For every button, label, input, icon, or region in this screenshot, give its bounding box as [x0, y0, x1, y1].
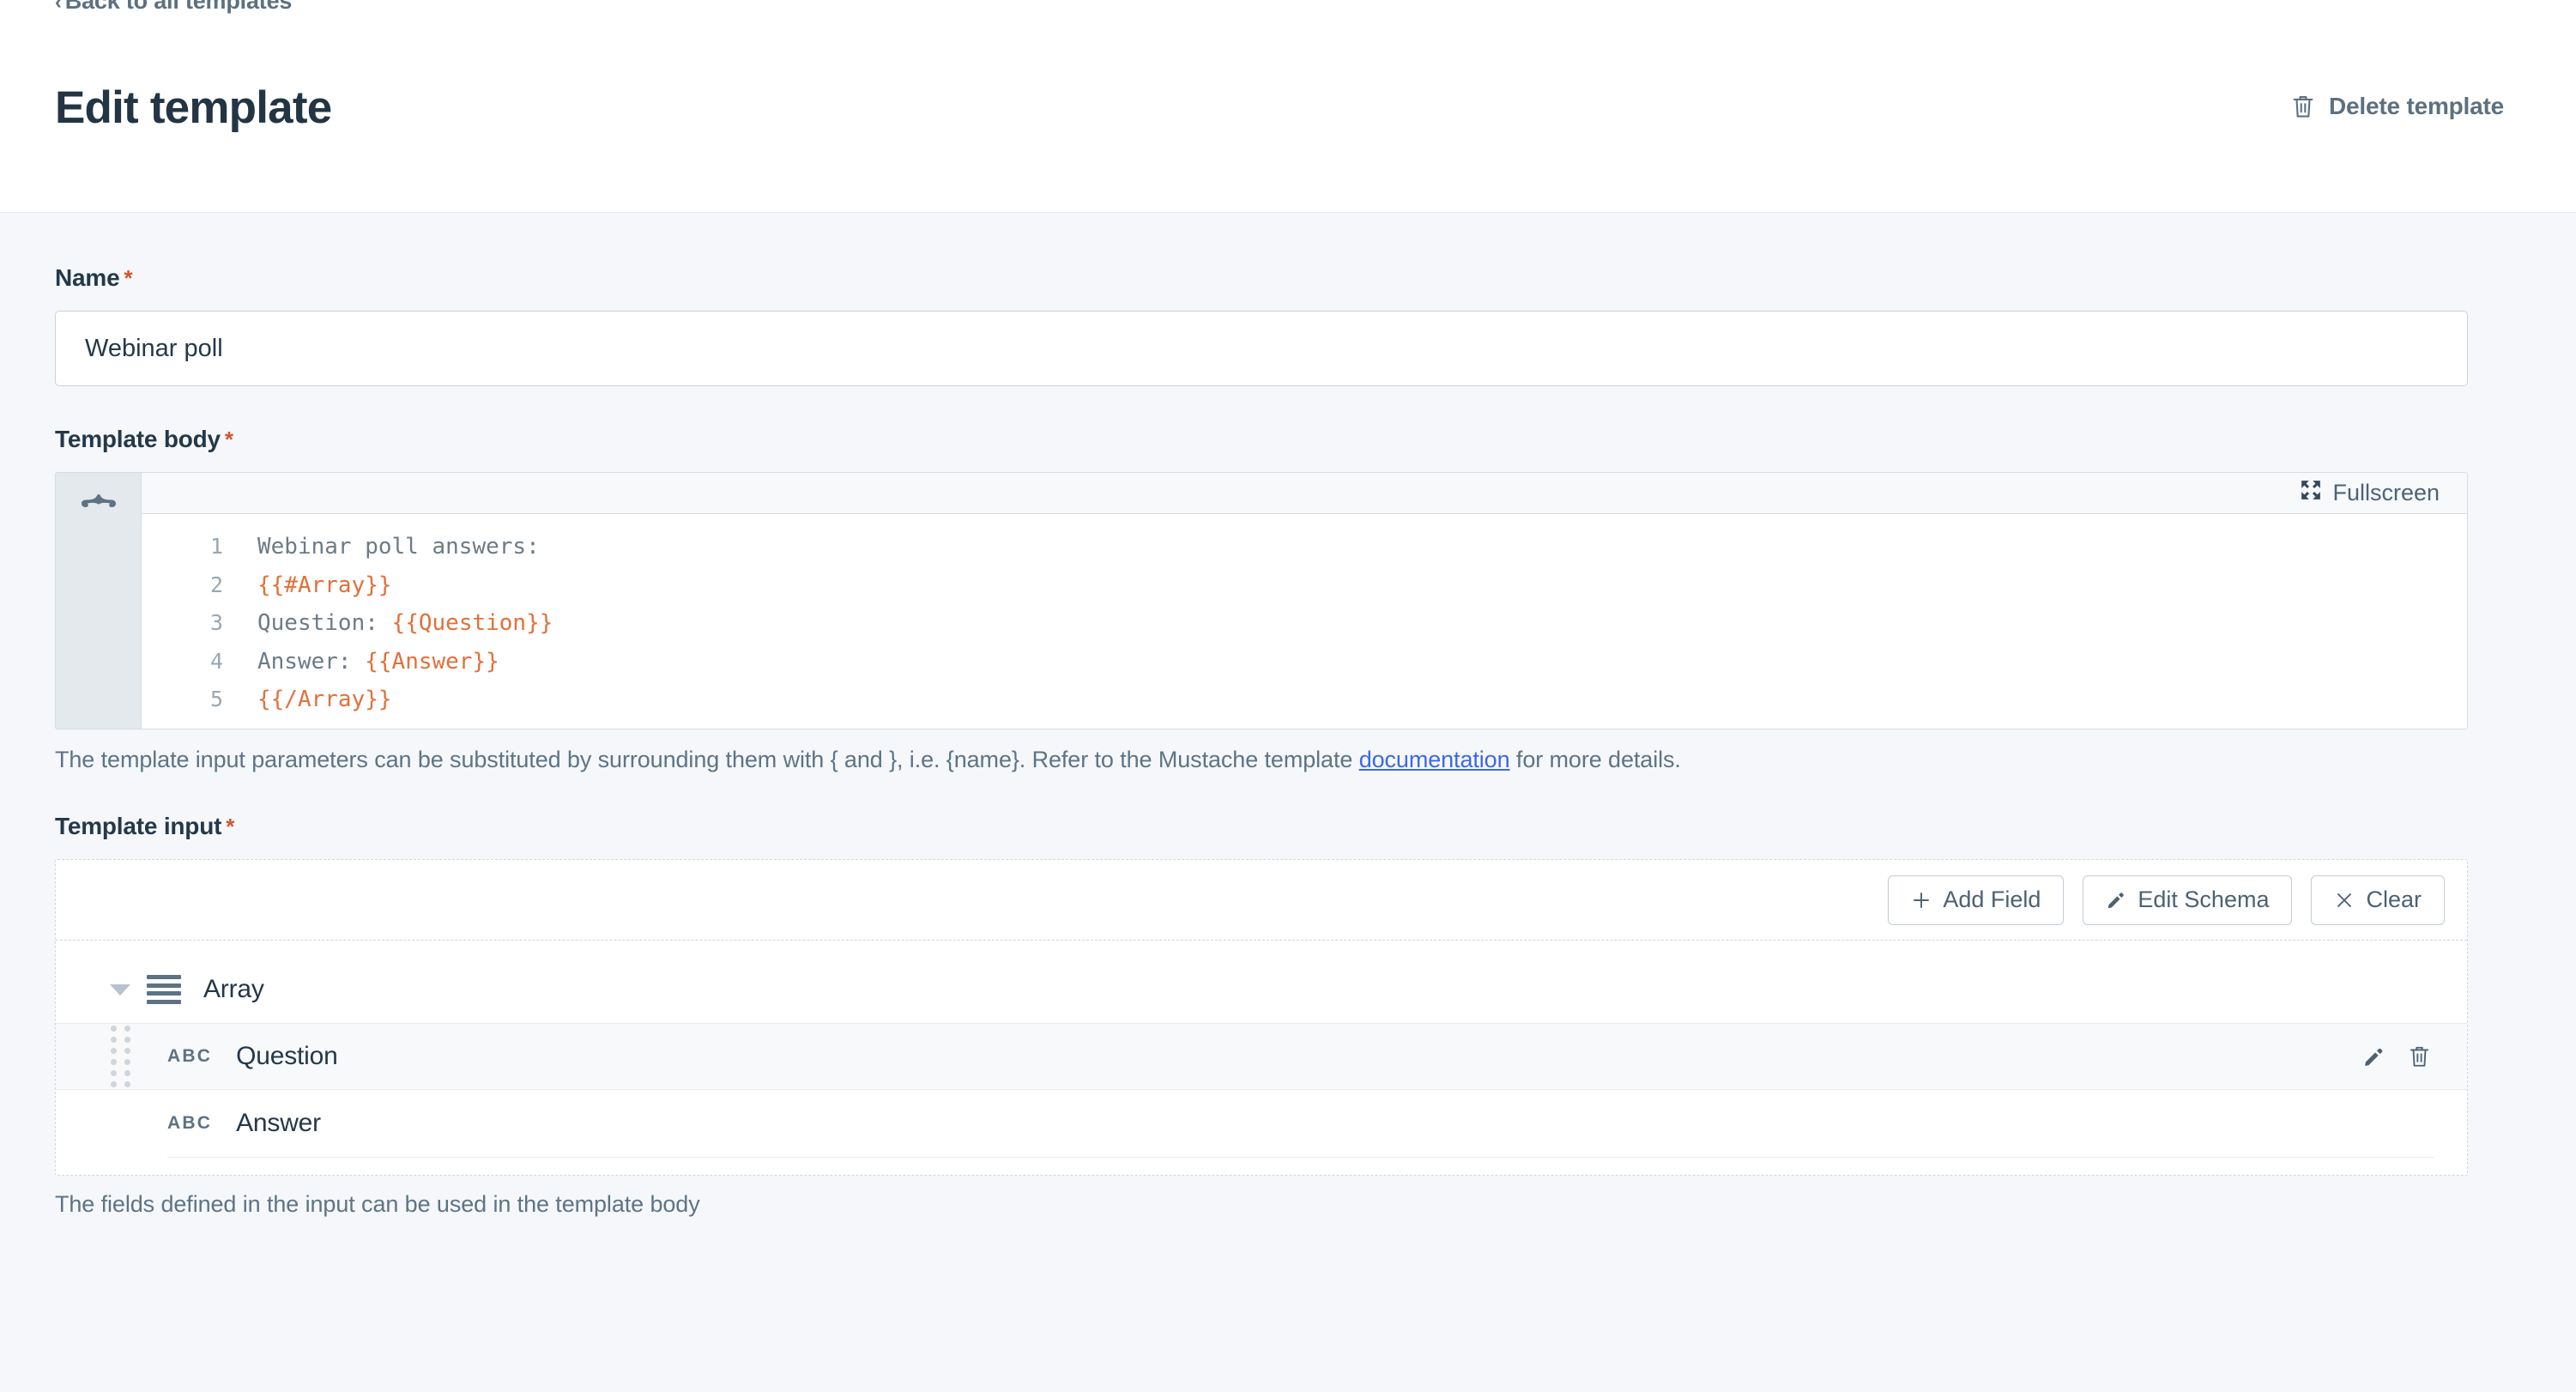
editor-main: Fullscreen 1 Webinar poll answers: 2 {{#… [142, 473, 2467, 729]
string-type-icon: ABC [167, 1113, 212, 1134]
tree-row-question[interactable]: ABC Question [56, 1023, 2467, 1090]
plus-icon [1911, 890, 1932, 911]
template-body-helper-text: The template input parameters can be sub… [55, 747, 2521, 773]
name-field-group: Name* Webinar poll [55, 264, 2521, 386]
breadcrumb-back-to-all-templates[interactable]: ‹Back to all templates [55, 0, 292, 15]
mustache-tag: {{Question}} [392, 610, 553, 636]
tree-item-label: Array [203, 975, 264, 1004]
edit-schema-button[interactable]: Edit Schema [2083, 875, 2292, 925]
list-icon [147, 975, 181, 1004]
mustache-tag: {{Answer}} [365, 649, 499, 675]
line-number: 4 [142, 643, 257, 681]
code-line: 5 {{/Array}} [142, 681, 2467, 719]
mustache-tag: {{#Array}} [257, 572, 392, 598]
template-input-helper-text: The fields defined in the input can be u… [55, 1191, 2521, 1218]
breadcrumb-label: Back to all templates [65, 0, 292, 14]
documentation-link[interactable]: documentation [1359, 747, 1510, 772]
template-input-panel: Add Field Edit Schema Clear [55, 859, 2468, 1176]
fullscreen-button[interactable]: Fullscreen [2293, 477, 2446, 509]
delete-template-button[interactable]: Delete template [2291, 93, 2504, 120]
name-label: Name* [55, 264, 2521, 292]
template-body-group: Template body* [55, 426, 2521, 773]
delete-field-icon[interactable] [2408, 1044, 2431, 1068]
code-plain: Answer: [257, 649, 365, 675]
edit-schema-label: Edit Schema [2138, 887, 2269, 913]
line-number: 2 [142, 566, 257, 605]
mustache-tag: {{/Array}} [257, 687, 392, 712]
template-body-label-text: Template body [55, 426, 221, 452]
required-asterisk: * [225, 427, 233, 452]
code-plain: Question: [257, 610, 392, 636]
tree-row-array[interactable]: Array [56, 956, 2467, 1023]
code-line-content: Question: {{Question}} [257, 604, 553, 643]
template-body-label: Template body* [55, 426, 2521, 453]
schema-tree: Array ABC Question [56, 941, 2467, 1175]
helper-text-part2: for more details. [1510, 747, 1681, 772]
page-title: Edit template [55, 82, 331, 134]
chevron-left-icon: ‹ [55, 0, 62, 14]
code-area[interactable]: 1 Webinar poll answers: 2 {{#Array}} 3 Q… [142, 514, 2467, 729]
tree-item-label: Question [236, 1042, 337, 1071]
pencil-icon [2106, 890, 2126, 911]
template-body-editor[interactable]: Fullscreen 1 Webinar poll answers: 2 {{#… [55, 472, 2468, 729]
edit-template-page: ‹Back to all templates Edit template Del… [0, 0, 2576, 1392]
chevron-down-icon[interactable] [106, 975, 135, 1004]
add-field-label: Add Field [1943, 887, 2041, 913]
code-line: 4 Answer: {{Answer}} [142, 643, 2467, 681]
fullscreen-label: Fullscreen [2332, 480, 2440, 506]
required-asterisk: * [124, 265, 132, 291]
template-input-group: Template input* Add Field Edit Sche [55, 813, 2521, 1218]
template-input-label: Template input* [55, 813, 2521, 840]
trash-icon [2291, 94, 2315, 119]
tree-divider [167, 1157, 2434, 1158]
code-line: 1 Webinar poll answers: [142, 528, 2467, 566]
tree-row-answer[interactable]: ABC Answer [56, 1090, 2467, 1157]
edit-field-icon[interactable] [2362, 1045, 2386, 1068]
name-input-value: Webinar poll [85, 335, 223, 363]
clear-label: Clear [2366, 887, 2422, 913]
template-input-toolbar: Add Field Edit Schema Clear [56, 860, 2467, 941]
code-line: 2 {{#Array}} [142, 566, 2467, 605]
code-line-content: {{/Array}} [257, 681, 392, 719]
code-line: 3 Question: {{Question}} [142, 604, 2467, 643]
clear-button[interactable]: Clear [2311, 875, 2445, 925]
row-actions [2362, 1044, 2431, 1068]
required-asterisk: * [226, 814, 234, 839]
code-line-content: {{#Array}} [257, 566, 392, 605]
template-input-label-text: Template input [55, 813, 221, 839]
code-plain: Webinar poll answers: [257, 534, 540, 560]
line-number: 1 [142, 528, 257, 566]
tree-item-label: Answer [236, 1109, 321, 1138]
code-line-content: Webinar poll answers: [257, 528, 540, 566]
delete-template-label: Delete template [2329, 93, 2504, 120]
fullscreen-icon [2300, 479, 2322, 507]
editor-left-gutter [56, 473, 142, 729]
mustache-icon [80, 492, 118, 729]
page-header: ‹Back to all templates Edit template Del… [0, 0, 2576, 213]
close-icon [2334, 890, 2355, 911]
page-content: Name* Webinar poll Template body* [0, 213, 2576, 1218]
line-number: 3 [142, 604, 257, 643]
helper-text-part1: The template input parameters can be sub… [55, 747, 1359, 772]
string-type-icon: ABC [167, 1046, 212, 1067]
code-line-content: Answer: {{Answer}} [257, 643, 499, 681]
drag-handle-icon[interactable] [111, 1026, 131, 1087]
editor-toolbar: Fullscreen [142, 473, 2467, 514]
line-number: 5 [142, 681, 257, 719]
add-field-button[interactable]: Add Field [1888, 875, 2064, 925]
name-label-text: Name [55, 264, 119, 291]
name-input[interactable]: Webinar poll [55, 311, 2468, 386]
